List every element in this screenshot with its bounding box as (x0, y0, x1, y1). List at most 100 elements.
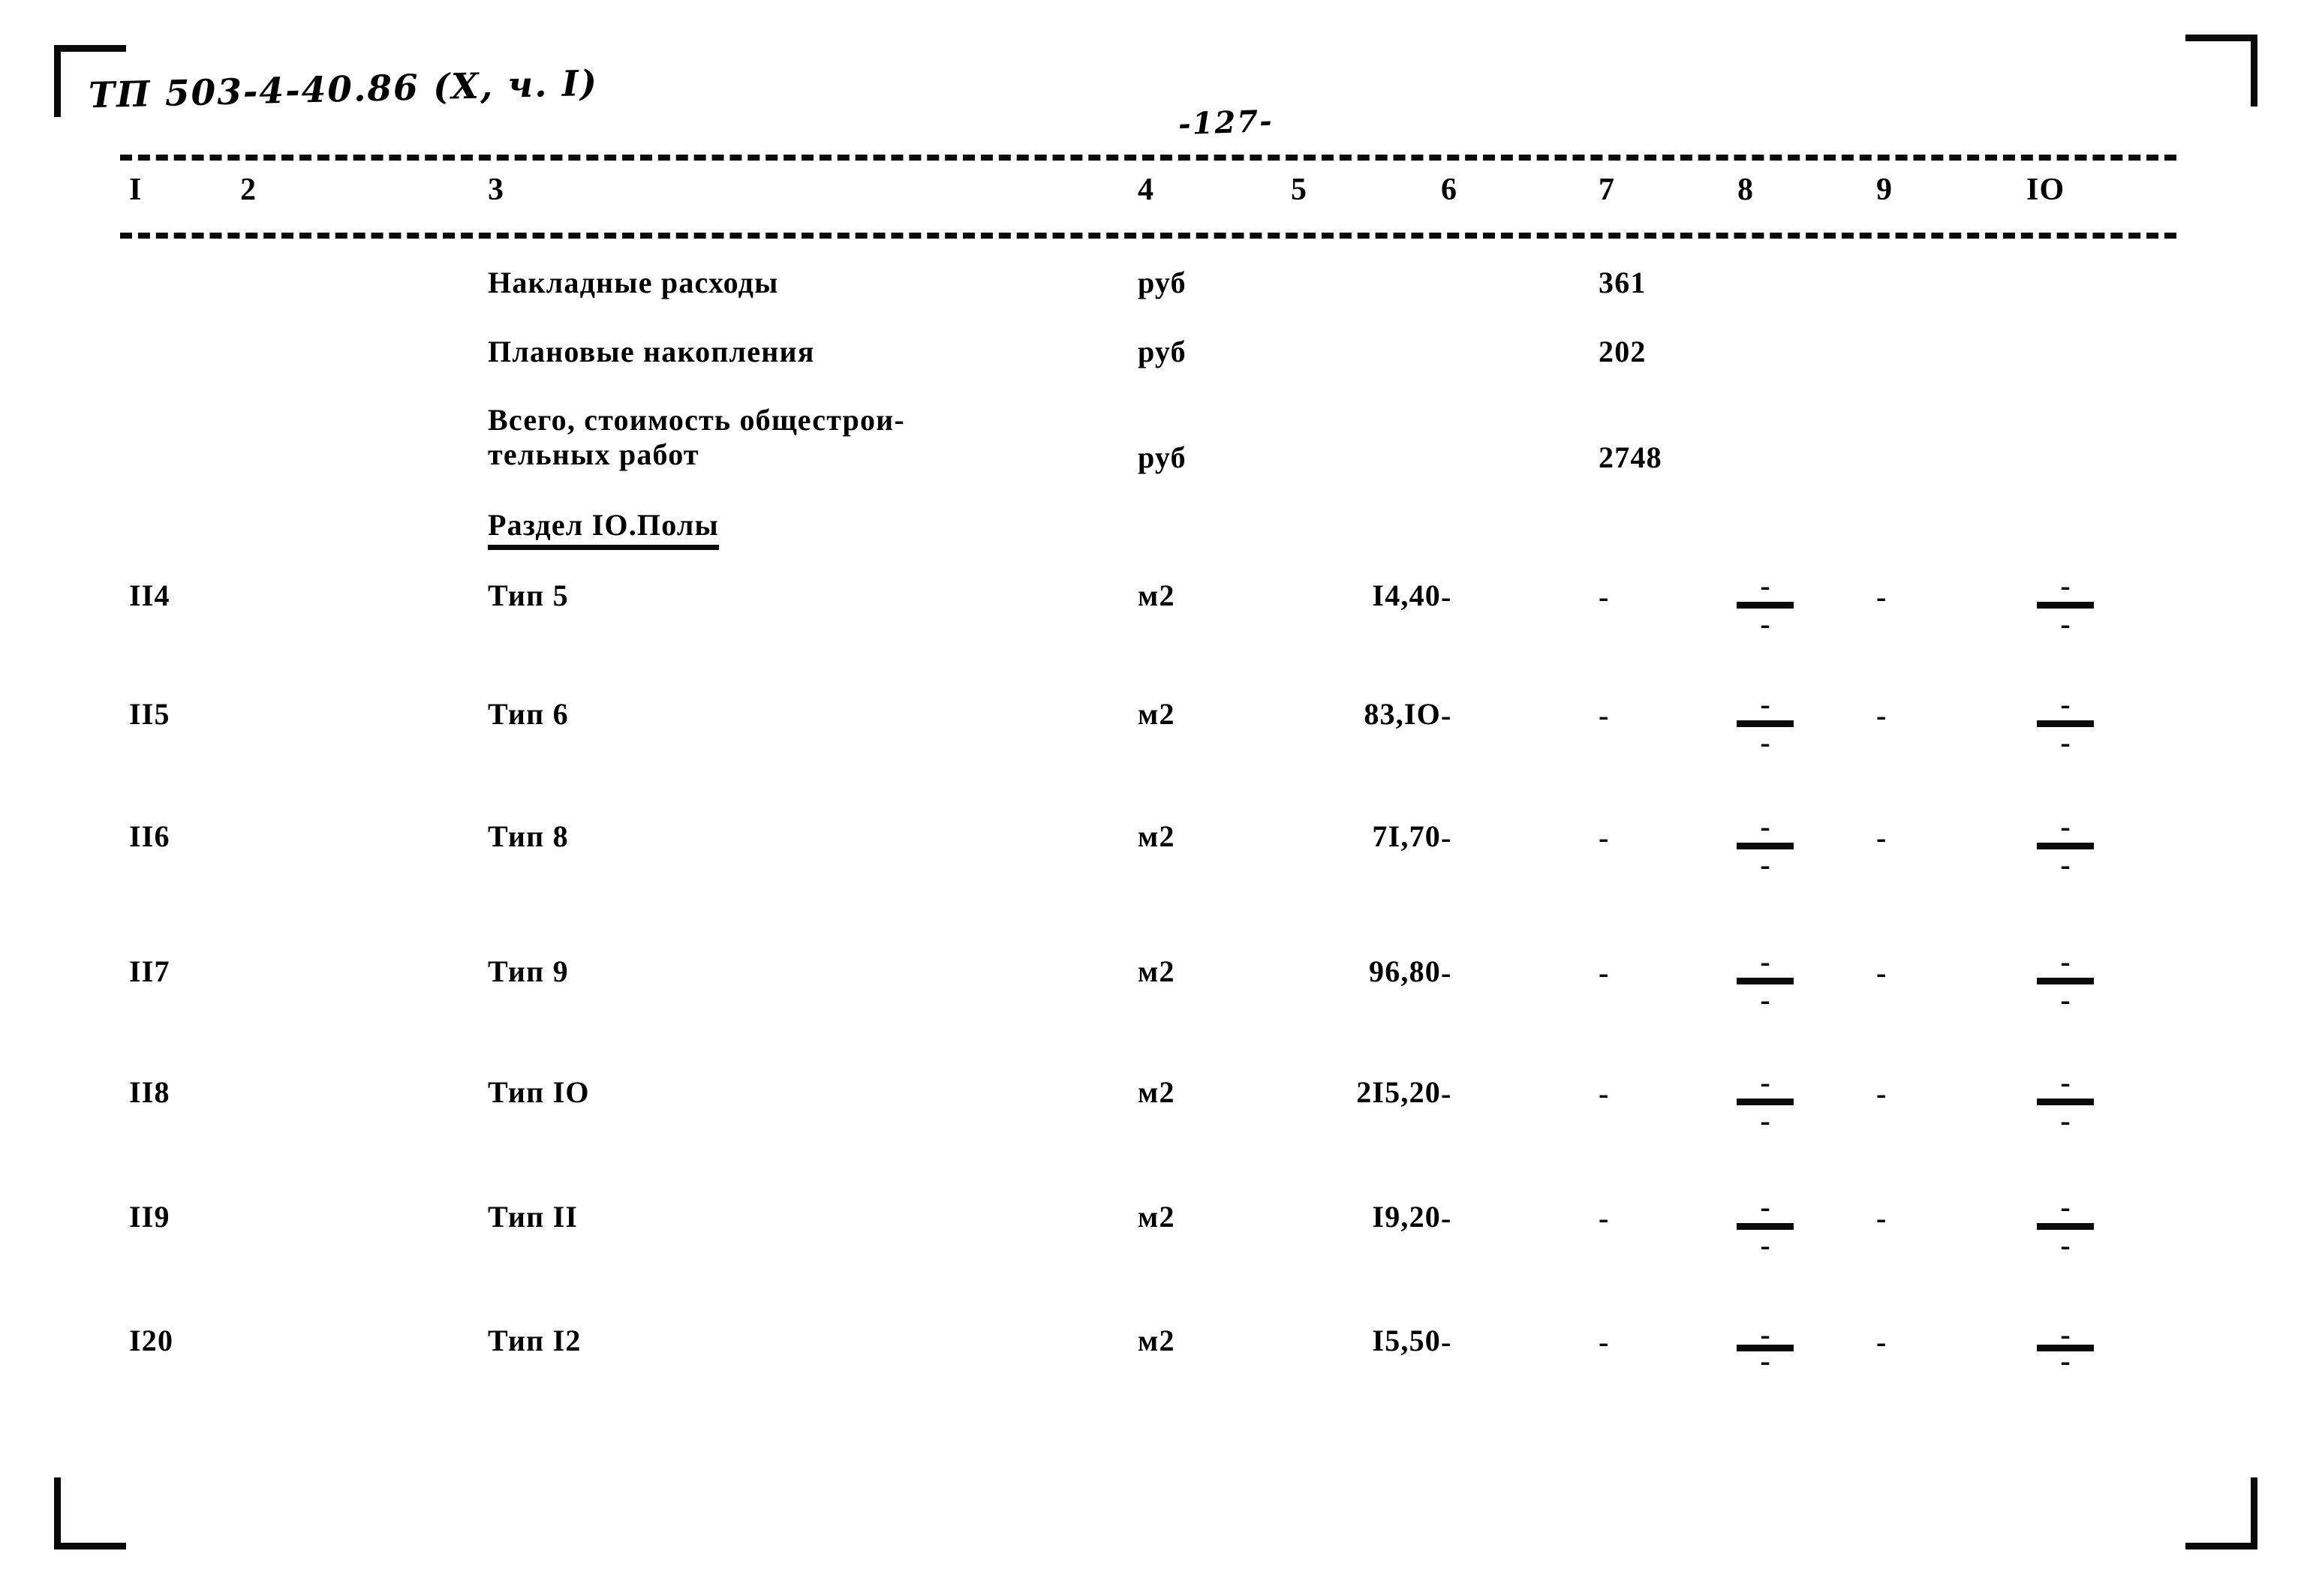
table-row-col6: - (1441, 956, 1451, 990)
table-row-col6: - (1441, 699, 1451, 732)
table-row-quantity: 96,80 (1369, 954, 1441, 988)
table-row-number: II4 (129, 579, 170, 612)
fraction-numerator: - (2060, 687, 2071, 721)
fraction-numerator: - (1760, 1318, 1770, 1351)
summary-row-unit: руб (1138, 266, 1187, 299)
summary-row-value-col7: 2748 (1599, 440, 1662, 474)
column-header-1: I (129, 173, 143, 207)
column-header-9: 9 (1876, 173, 1893, 207)
fraction-numerator: - (2060, 1318, 2071, 1351)
table-row-number: II8 (129, 1075, 170, 1109)
table-row-number: II7 (129, 954, 170, 988)
table-row-col7: - (1599, 580, 1609, 614)
fraction-denominator: - (1760, 983, 1770, 1017)
fraction-denominator: - (2060, 1104, 2071, 1138)
column-header-6: 6 (1441, 173, 1458, 207)
fraction-numerator: - (2060, 1190, 2071, 1224)
table-row-quantity: I5,50 (1372, 1324, 1441, 1357)
fraction-numerator: - (2060, 810, 2071, 843)
table-row-col9: - (1876, 1325, 1887, 1359)
fraction-denominator: - (2060, 607, 2071, 641)
fraction-denominator: - (1760, 607, 1770, 641)
fraction-numerator: - (1760, 569, 1770, 603)
fraction-denominator: - (1760, 726, 1770, 759)
table-row-unit: м2 (1138, 1200, 1175, 1234)
column-header-2: 2 (240, 173, 257, 207)
table-row-col7: - (1599, 699, 1609, 732)
table-row-quantity: 83,IO (1364, 697, 1441, 731)
table-row-col8-fraction: - - (1726, 945, 1804, 1017)
table-row-unit: м2 (1138, 697, 1175, 731)
fraction-denominator: - (1760, 848, 1770, 882)
section-heading: Раздел IO.Полы (488, 507, 719, 550)
column-header-8: 8 (1737, 173, 1755, 207)
table-row-description: Тип I2 (488, 1324, 582, 1357)
table-row-quantity: 7I,70 (1372, 819, 1441, 853)
fraction-denominator: - (1760, 1228, 1770, 1262)
table-row-col6: - (1441, 821, 1451, 855)
table-row-col6: - (1441, 1077, 1451, 1111)
summary-row-description: Накладные расходы (488, 266, 779, 299)
table-row-col6: - (1441, 1325, 1451, 1359)
bill-of-quantities-table: I 2 3 4 5 6 7 8 9 IO Накладные расходы р… (0, 0, 2304, 1596)
table-row-number: II5 (129, 697, 170, 731)
table-row-col10-fraction: - - (2026, 1318, 2104, 1378)
table-row-col7: - (1599, 821, 1609, 855)
fraction-denominator: - (1760, 1344, 1770, 1378)
table-row-col9: - (1876, 1201, 1887, 1235)
table-row-col10-fraction: - - (2026, 945, 2104, 1015)
table-row-col7: - (1599, 1325, 1609, 1359)
fraction-numerator: - (1760, 1066, 1770, 1099)
column-header-3: 3 (488, 173, 505, 207)
table-row-unit: м2 (1138, 579, 1175, 612)
table-row-col7: - (1599, 1201, 1609, 1235)
column-header-5: 5 (1291, 173, 1308, 207)
summary-row-description: Всего, стоимость общестрои- тельных рабо… (488, 403, 905, 472)
fraction-denominator: - (2060, 726, 2071, 759)
table-row-number: II6 (129, 819, 170, 853)
table-row-col9: - (1876, 956, 1887, 990)
table-row-description: Тип II (488, 1200, 579, 1234)
summary-row-value-col7: 361 (1599, 266, 1647, 299)
table-row-col9: - (1876, 699, 1887, 732)
table-row-quantity: I4,40 (1372, 579, 1441, 612)
table-row-quantity: 2I5,20 (1356, 1075, 1441, 1109)
table-row-description: Тип 8 (488, 819, 569, 853)
table-row-col8-fraction: - - (1726, 687, 1804, 759)
table-row-unit: м2 (1138, 954, 1175, 988)
summary-row-unit: руб (1138, 335, 1187, 368)
fraction-numerator: - (2060, 569, 2071, 603)
summary-row-unit: руб (1138, 440, 1187, 474)
table-row-col10-fraction: - - (2026, 569, 2104, 641)
table-row-col8-fraction: - - (1726, 1192, 1804, 1262)
table-row-unit: м2 (1138, 1324, 1175, 1357)
table-row-col8-fraction: - - (1726, 812, 1804, 882)
table-row-number: I20 (129, 1324, 174, 1357)
table-row-col9: - (1876, 821, 1887, 855)
fraction-numerator: - (1760, 687, 1770, 721)
table-row-col8-fraction: - - (1726, 1066, 1804, 1138)
table-row-description: Тип IO (488, 1075, 590, 1109)
table-row-description: Тип 6 (488, 697, 569, 731)
table-row-col7: - (1599, 956, 1609, 990)
fraction-numerator: - (2060, 1066, 2071, 1099)
fraction-denominator: - (2060, 848, 2071, 882)
table-row-quantity: I9,20 (1372, 1200, 1441, 1234)
fraction-denominator: - (1760, 1104, 1770, 1138)
table-row-unit: м2 (1138, 819, 1175, 853)
scanned-page: ТП 503-4-40.86 (X, ч. I) -127- I 2 3 4 5… (0, 0, 2304, 1596)
summary-row-value-col7: 202 (1599, 335, 1647, 368)
table-row-col7: - (1599, 1077, 1609, 1111)
fraction-numerator: - (2060, 945, 2071, 978)
summary-row-description: Плановые накопления (488, 335, 815, 368)
table-row-number: II9 (129, 1200, 170, 1234)
table-row-description: Тип 5 (488, 579, 569, 612)
fraction-numerator: - (1760, 945, 1770, 978)
table-row-col9: - (1876, 1077, 1887, 1111)
table-row-col8-fraction: - - (1726, 569, 1804, 641)
fraction-denominator: - (2060, 1344, 2071, 1378)
column-header-7: 7 (1599, 173, 1616, 207)
column-header-10: IO (2026, 173, 2065, 207)
table-row-col6: - (1441, 580, 1451, 614)
table-row-col8-fraction: - - (1726, 1318, 1804, 1378)
